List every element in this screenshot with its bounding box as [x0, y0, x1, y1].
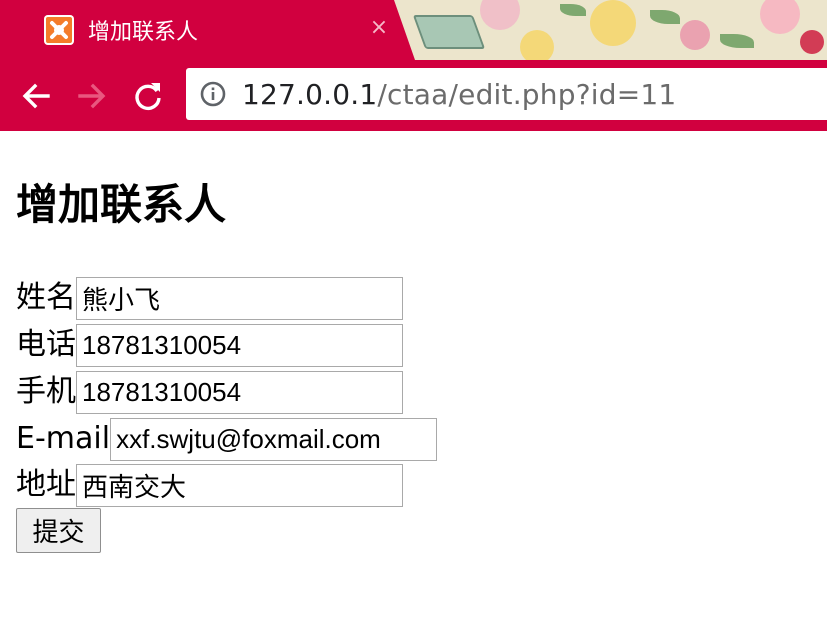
tab-title: 增加联系人: [88, 20, 199, 45]
form-row-mobile: 手机: [16, 370, 403, 414]
theme-decoration: [590, 0, 636, 46]
tab-active[interactable]: 增加联系人 ×: [0, 0, 415, 60]
form-row-address: 地址: [16, 463, 403, 507]
url-host: 127.0.0.1: [242, 78, 378, 111]
close-tab-icon[interactable]: ×: [367, 16, 391, 40]
email-label: E-mail: [16, 421, 111, 456]
mobile-input[interactable]: [76, 370, 403, 414]
theme-decoration: [560, 4, 586, 16]
tab-strip: 增加联系人 ×: [0, 0, 827, 60]
name-label: 姓名: [16, 280, 76, 315]
submit-button[interactable]: 提交: [16, 508, 101, 553]
email-input[interactable]: [110, 417, 438, 461]
name-input[interactable]: [76, 276, 403, 320]
address-bar[interactable]: 127.0.0.1/ctaa/edit.php?id=11: [186, 68, 827, 120]
form-row-email: E-mail: [16, 417, 438, 461]
form-row-phone: 电话: [16, 323, 403, 367]
theme-decoration: [480, 0, 520, 30]
theme-decoration: [720, 34, 754, 48]
info-icon[interactable]: [200, 81, 226, 107]
xampp-icon: [44, 15, 74, 45]
form-row-name: 姓名: [16, 276, 403, 320]
theme-decoration: [760, 0, 800, 34]
reload-icon[interactable]: [130, 78, 166, 114]
url-path: /ctaa/edit.php?id=11: [377, 78, 677, 111]
new-tab-button[interactable]: [412, 15, 486, 49]
theme-decoration: [520, 30, 554, 60]
mobile-label: 手机: [16, 374, 76, 409]
theme-decoration: [650, 10, 680, 24]
phone-label: 电话: [16, 327, 76, 362]
page-title: 增加联系人: [16, 180, 227, 229]
phone-input[interactable]: [76, 323, 403, 367]
back-arrow-icon[interactable]: [18, 78, 54, 114]
address-input[interactable]: [76, 463, 403, 507]
address-label: 地址: [16, 467, 76, 502]
browser-chrome: 增加联系人 × 127.0.0.1/ctaa/edit.php?id=11: [0, 0, 827, 131]
url-text: 127.0.0.1/ctaa/edit.php?id=11: [242, 78, 676, 111]
theme-decoration: [800, 30, 824, 54]
browser-toolbar: 127.0.0.1/ctaa/edit.php?id=11: [0, 60, 827, 131]
theme-decoration: [680, 20, 710, 50]
forward-arrow-icon[interactable]: [74, 78, 110, 114]
